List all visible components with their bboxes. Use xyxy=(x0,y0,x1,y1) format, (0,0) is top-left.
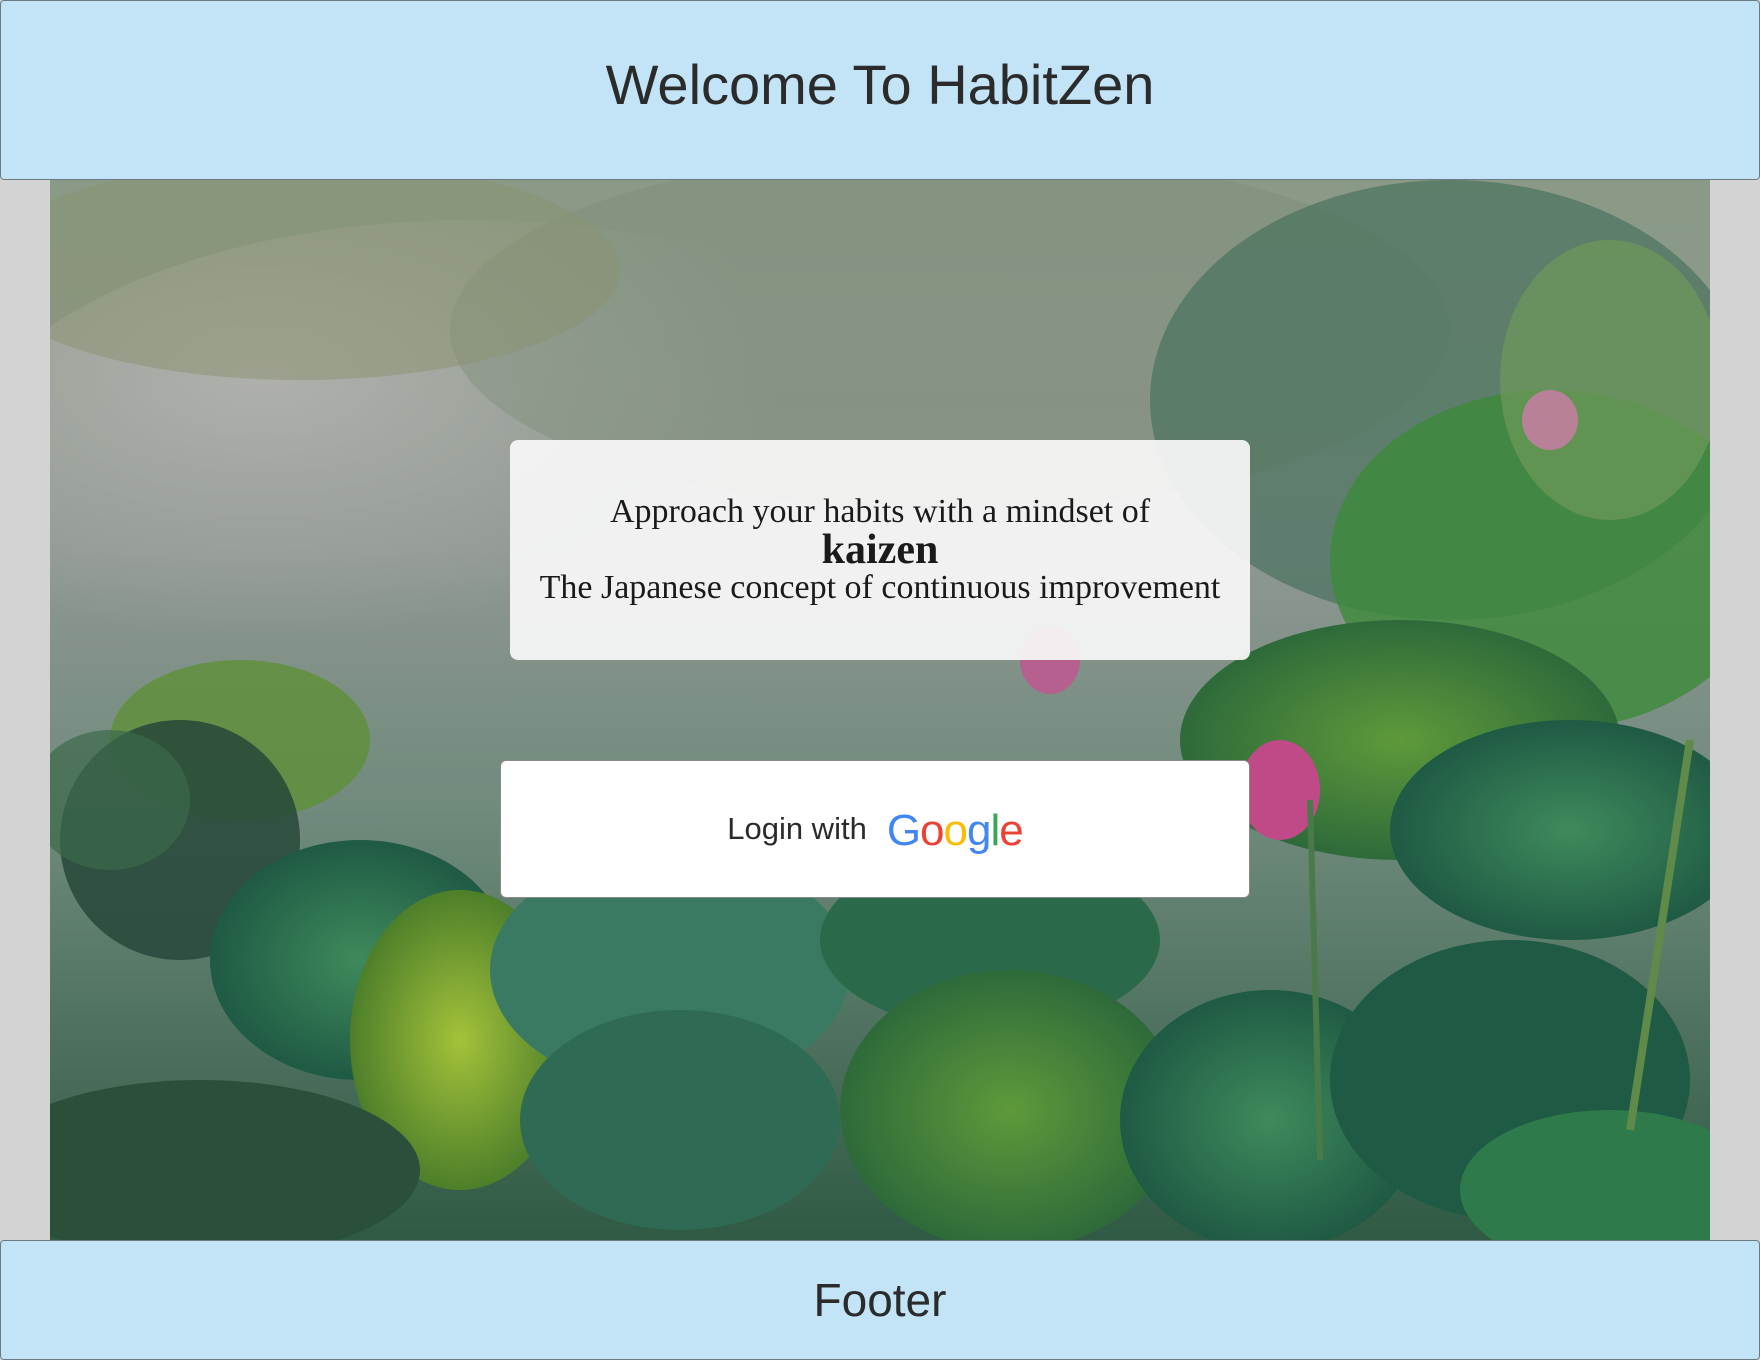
page-title: Welcome To HabitZen xyxy=(605,52,1155,116)
google-logo: Google xyxy=(886,806,1024,856)
google-logo-letter: l xyxy=(990,806,1001,855)
google-logo-letter: o xyxy=(943,806,969,855)
login-button-label: Login with xyxy=(727,811,867,846)
google-logo-letter: G xyxy=(886,806,921,855)
quote-keyword: kaizen xyxy=(821,527,939,573)
google-logo-letter: g xyxy=(967,806,992,855)
page-footer: Footer xyxy=(0,1240,1760,1360)
quote-intro-text: Approach your habits with a mindset of xyxy=(609,493,1151,530)
google-logo-letter: e xyxy=(999,806,1024,855)
footer-text: Footer xyxy=(813,1274,947,1326)
kaizen-quote-card: Approach your habits with a mindset of k… xyxy=(510,440,1250,660)
quote-definition-text: The Japanese concept of continuous impro… xyxy=(539,569,1221,606)
lotus-pond-background-image xyxy=(50,180,1710,1240)
login-with-google-button[interactable]: Login with Google xyxy=(500,760,1250,898)
hero-section: Approach your habits with a mindset of k… xyxy=(50,180,1710,1240)
google-logo-letter: o xyxy=(920,806,945,855)
page-header: Welcome To HabitZen xyxy=(0,0,1760,180)
